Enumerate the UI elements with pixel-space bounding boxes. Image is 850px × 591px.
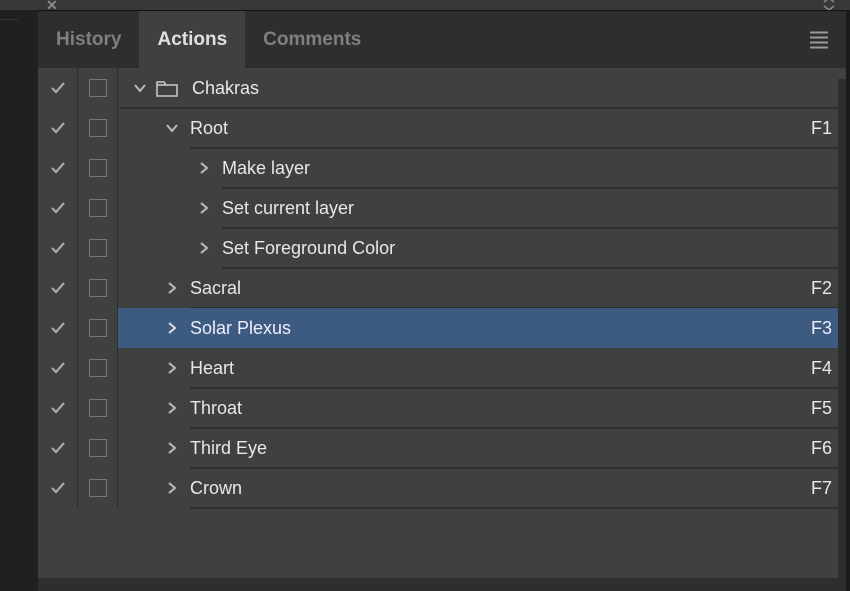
action-shortcut: F5 <box>811 398 832 419</box>
action-step-label: Set current layer <box>216 198 354 219</box>
action-shortcut: F2 <box>811 278 832 299</box>
chevron-down-icon[interactable] <box>160 121 184 135</box>
toggle-dialog[interactable] <box>78 468 118 508</box>
toggle-visibility[interactable] <box>38 68 78 108</box>
action-label: Heart <box>184 358 234 379</box>
action-row[interactable]: Heart F4 <box>38 348 846 388</box>
toggle-dialog[interactable] <box>78 228 118 268</box>
action-label: Third Eye <box>184 438 267 459</box>
toggle-visibility[interactable] <box>38 348 78 388</box>
action-row[interactable]: Root F1 <box>38 108 846 148</box>
action-row[interactable]: Third Eye F6 <box>38 428 846 468</box>
toggle-dialog[interactable] <box>78 388 118 428</box>
toggle-visibility[interactable] <box>38 468 78 508</box>
action-label: Sacral <box>184 278 241 299</box>
chevron-right-icon[interactable] <box>160 361 184 375</box>
toggle-visibility[interactable] <box>38 388 78 428</box>
toggle-dialog[interactable] <box>78 348 118 388</box>
action-label: Throat <box>184 398 242 419</box>
action-step-label: Set Foreground Color <box>216 238 395 259</box>
action-label: Solar Plexus <box>184 318 291 339</box>
tab-comments[interactable]: Comments <box>245 11 379 68</box>
chevron-right-icon[interactable] <box>192 241 216 255</box>
window-titlebar: ✕ <box>0 0 850 10</box>
toggle-visibility[interactable] <box>38 308 78 348</box>
toggle-dialog[interactable] <box>78 268 118 308</box>
toggle-dialog[interactable] <box>78 428 118 468</box>
chevron-right-icon[interactable] <box>160 281 184 295</box>
action-shortcut: F4 <box>811 358 832 379</box>
chevron-right-icon[interactable] <box>192 161 216 175</box>
chevron-right-icon[interactable] <box>160 481 184 495</box>
tab-actions[interactable]: Actions <box>139 11 245 68</box>
action-row[interactable]: Sacral F2 <box>38 268 846 308</box>
action-set-row[interactable]: Chakras <box>38 68 846 108</box>
toggle-visibility[interactable] <box>38 148 78 188</box>
chevron-right-icon[interactable] <box>192 201 216 215</box>
action-set-label: Chakras <box>186 78 259 99</box>
actions-panel: History Actions Comments <box>38 10 846 591</box>
action-row[interactable]: Crown F7 <box>38 468 846 508</box>
chevron-right-icon[interactable] <box>160 441 184 455</box>
toggle-visibility[interactable] <box>38 268 78 308</box>
toggle-dialog[interactable] <box>78 68 118 108</box>
folder-icon <box>156 79 178 97</box>
action-shortcut: F7 <box>811 478 832 499</box>
left-gutter <box>0 10 38 591</box>
action-shortcut: F3 <box>811 318 832 339</box>
chevron-down-icon[interactable] <box>128 81 152 95</box>
action-shortcut: F6 <box>811 438 832 459</box>
toggle-dialog[interactable] <box>78 308 118 348</box>
panel-tabs: History Actions Comments <box>38 11 846 68</box>
chevron-right-icon[interactable] <box>160 401 184 415</box>
toggle-dialog[interactable] <box>78 108 118 148</box>
toggle-dialog[interactable] <box>78 188 118 228</box>
action-label: Root <box>184 118 228 139</box>
action-label: Crown <box>184 478 242 499</box>
chevron-right-icon[interactable] <box>160 321 184 335</box>
toggle-visibility[interactable] <box>38 228 78 268</box>
panel-menu-icon[interactable] <box>810 31 828 48</box>
actions-list: Chakras Root F1 <box>38 68 846 578</box>
toggle-dialog[interactable] <box>78 148 118 188</box>
list-empty-area <box>38 508 846 578</box>
action-step-row[interactable]: Set current layer <box>38 188 846 228</box>
action-row-selected[interactable]: Solar Plexus F3 <box>38 308 846 348</box>
action-row[interactable]: Throat F5 <box>38 388 846 428</box>
action-step-row[interactable]: Make layer <box>38 148 846 188</box>
action-step-row[interactable]: Set Foreground Color <box>38 228 846 268</box>
toggle-visibility[interactable] <box>38 188 78 228</box>
scrollbar[interactable] <box>838 79 846 579</box>
toggle-visibility[interactable] <box>38 428 78 468</box>
action-shortcut: F1 <box>811 118 832 139</box>
action-step-label: Make layer <box>216 158 310 179</box>
tab-history[interactable]: History <box>38 11 139 68</box>
toggle-visibility[interactable] <box>38 108 78 148</box>
